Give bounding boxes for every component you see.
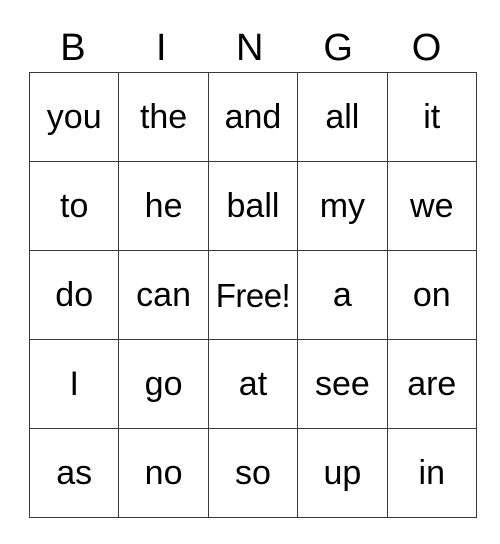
bingo-cell[interactable]: are — [386, 339, 477, 429]
bingo-cell[interactable]: the — [118, 72, 209, 162]
bingo-cell[interactable]: it — [386, 72, 477, 162]
bingo-cell[interactable]: ball — [207, 161, 299, 251]
bingo-cell[interactable]: see — [297, 339, 388, 429]
bingo-header-row: BINGO — [29, 24, 471, 72]
bingo-header-letter-o: O — [411, 27, 442, 69]
bingo-cell[interactable]: we — [386, 161, 477, 251]
bingo-free-cell[interactable]: Free! — [207, 250, 299, 340]
bingo-cell[interactable]: at — [207, 339, 299, 429]
bingo-row: as no so up in — [28, 428, 477, 518]
bingo-cell[interactable]: up — [297, 428, 388, 518]
bingo-cell[interactable]: all — [297, 72, 388, 162]
bingo-row: you the and all it — [28, 72, 477, 162]
bingo-cell[interactable]: go — [118, 339, 209, 429]
bingo-cell[interactable]: a — [297, 250, 388, 340]
bingo-cell[interactable]: I — [28, 339, 120, 429]
bingo-cell[interactable]: as — [28, 428, 120, 518]
bingo-header-letter-i: I — [156, 27, 168, 69]
bingo-row: do can Free! a on — [28, 250, 477, 340]
bingo-header-letter-n: N — [236, 27, 264, 69]
bingo-cell[interactable]: to — [28, 161, 120, 251]
bingo-row: Igo at see are — [28, 339, 477, 429]
bingo-cell[interactable]: so — [207, 428, 299, 518]
bingo-cell[interactable]: and — [207, 72, 299, 162]
bingo-cell[interactable]: my — [297, 161, 388, 251]
bingo-cell[interactable]: he — [118, 161, 209, 251]
bingo-grid: you the and all it to he ball my we do can Free! a on I… — [28, 72, 477, 518]
bingo-row: to he ball my we — [28, 161, 477, 251]
bingo-header-letter-g: G — [323, 27, 354, 69]
bingo-cell[interactable]: you — [28, 72, 120, 162]
bingo-cell[interactable]: in — [386, 428, 477, 518]
bingo-cell[interactable]: on — [386, 250, 477, 340]
bingo-cell[interactable]: no — [118, 428, 209, 518]
bingo-header-letter-b: B — [60, 27, 87, 69]
bingo-cell[interactable]: do — [28, 250, 120, 340]
bingo-card: BINGO you the and all it to he ball my we do can Fre… — [28, 24, 477, 518]
bingo-grid-body: you the and all it to he ball my we do can Free! a on I… — [28, 72, 477, 518]
bingo-cell[interactable]: can — [118, 250, 209, 340]
